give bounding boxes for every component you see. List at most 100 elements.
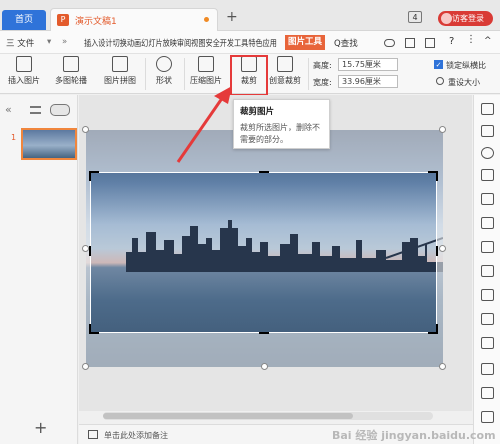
help-icon[interactable]: ? [449,36,454,47]
insert-picture-button[interactable]: 插入图片 [6,56,42,86]
resize-handle[interactable] [82,245,89,252]
resize-handle[interactable] [439,363,446,370]
crop-mask-bottom [86,333,443,367]
presentation-icon: P [57,14,69,26]
shape-icon[interactable] [481,147,494,159]
crop-handle-bottom[interactable] [259,332,269,334]
new-tab-button[interactable]: + [226,9,238,25]
export-icon[interactable] [425,38,435,48]
menu-item-slideshow[interactable]: 幻灯片放映 [141,39,177,49]
transition-icon[interactable] [481,337,494,349]
panel-collapse-button[interactable]: « [5,103,12,116]
more-icon[interactable]: ⋮ [466,34,476,45]
menu-items[interactable]: 插入设计切换动画幻灯片放映审阅视图安全开发工具特色应用 [84,37,277,49]
menu-bar: 三 文件 ▾ » 插入设计切换动画幻灯片放映审阅视图安全开发工具特色应用 图片工… [0,31,500,54]
document-title: 演示文稿1 [75,17,117,27]
add-slide-button[interactable]: + [34,418,47,437]
unsaved-dot-icon [204,17,209,22]
style-icon[interactable] [481,169,494,181]
picture-icon [16,56,32,72]
height-label: 高度: [313,61,332,70]
crop-tooltip: 裁剪图片 裁剪所选图片，删除不需要的部分。 [233,99,330,149]
menu-file[interactable]: 三 文件 [6,37,34,49]
list-icon[interactable] [481,289,494,301]
resize-handle[interactable] [261,363,268,370]
menu-item-features[interactable]: 特色应用 [248,39,277,49]
resize-handle[interactable] [439,245,446,252]
crop-handle-br[interactable] [436,324,438,334]
title-bar: 首页 P 演示文稿1 + 4 访客登录 [0,0,500,31]
menu-item-design[interactable]: 设计 [98,39,112,49]
chart-icon[interactable] [481,265,494,277]
compress-icon [198,56,214,72]
avatar [441,13,452,24]
select-icon[interactable] [481,125,494,137]
outline-view-icon[interactable] [30,106,41,114]
collage-icon [112,56,128,72]
window-count-badge[interactable]: 4 [408,11,422,23]
scrollbar-thumb[interactable] [103,413,353,419]
crop-handle-tl[interactable] [89,171,91,181]
notes-placeholder[interactable]: 单击此处添加备注 [104,430,168,441]
lock-ratio-label: 锁定纵横比 [446,61,486,70]
storage-icon[interactable] [481,387,494,399]
crop-frame[interactable] [90,172,437,333]
menu-item-security[interactable]: 安全 [205,39,219,49]
crop-handle-tr[interactable] [436,171,438,181]
tab-picture-tools[interactable]: 图片工具 [285,35,326,50]
animation-icon[interactable] [481,313,494,325]
insert-picture-label: 插入图片 [8,76,40,85]
menu-item-insert[interactable]: 插入 [84,39,98,49]
tooltip-title: 裁剪图片 [240,107,275,117]
crop-handle-bl[interactable] [89,324,91,334]
width-label: 宽度: [313,78,332,87]
creative-crop-button[interactable]: 创意裁剪 [266,56,304,86]
search-button[interactable]: Q查找 [334,37,358,49]
crop-handle-top[interactable] [259,171,269,173]
tab-document[interactable]: P 演示文稿1 [50,8,218,31]
compress-picture-button[interactable]: 压缩图片 [188,56,224,86]
share-icon[interactable] [405,38,415,48]
picture-stitch-button[interactable]: 图片拼图 [100,56,140,86]
menu-scroll-left-icon[interactable]: » [62,37,67,47]
slide-thumbnail[interactable] [21,128,77,160]
carousel-icon [63,56,79,72]
notes-icon [88,430,98,439]
ribbon-divider [308,58,309,90]
menu-item-devtools[interactable]: 开发工具 [220,39,249,49]
properties-icon[interactable] [481,103,494,115]
menu-item-review[interactable]: 审阅 [177,39,191,49]
resize-handle[interactable] [82,363,89,370]
crop-handle-right[interactable] [436,246,438,256]
help-icon[interactable] [481,411,494,423]
menu-item-transition[interactable]: 切换 [113,39,127,49]
reset-size-button[interactable]: 重设大小 [448,77,480,88]
shape-button[interactable]: 形状 [150,56,178,86]
multi-outline-button[interactable]: 多图轮播 [50,56,92,86]
creative-crop-icon [277,56,293,72]
picture-icon[interactable] [481,193,494,205]
cloud-icon[interactable] [384,39,395,47]
slide-view-icon[interactable] [50,104,70,116]
right-toolbar [473,95,500,444]
guest-login-button[interactable]: 访客登录 [438,11,493,26]
collapse-icon[interactable]: ^ [484,36,492,46]
horizontal-scrollbar[interactable] [103,412,433,420]
tab-home[interactable]: 首页 [2,10,46,30]
picture-stitch-label: 图片拼图 [104,76,136,85]
resize-handle[interactable] [82,126,89,133]
menu-item-animation[interactable]: 动画 [127,39,141,49]
width-input[interactable]: 33.96厘米 [338,75,398,88]
lock-ratio-checkbox[interactable]: ✓ [434,60,443,69]
notes-bar[interactable]: 单击此处添加备注 Bai 经验 jingyan.baidu.com [79,424,496,444]
height-input[interactable]: 15.75厘米 [338,58,398,71]
resize-handle[interactable] [439,126,446,133]
file-dropdown-icon[interactable]: ▾ [47,37,51,47]
comment-icon[interactable] [481,363,494,375]
table-icon[interactable] [481,217,494,229]
crop-handle-left[interactable] [89,246,91,256]
ribbon-divider [145,58,146,90]
layout-icon[interactable] [481,241,494,253]
creative-crop-label: 创意裁剪 [269,76,301,85]
menu-item-view[interactable]: 视图 [191,39,205,49]
